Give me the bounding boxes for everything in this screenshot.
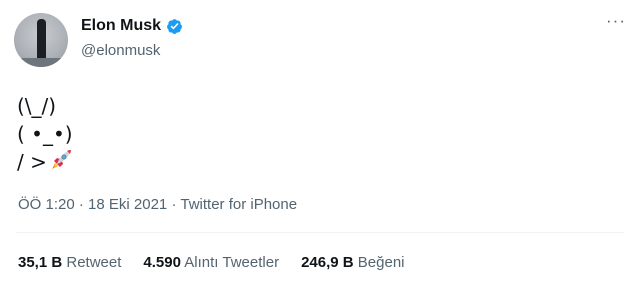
author-name[interactable]: Elon Musk — [81, 17, 161, 35]
tweet-source[interactable]: Twitter for iPhone — [180, 196, 297, 213]
avatar[interactable] — [14, 13, 68, 67]
tweet-line-3-text: / > — [17, 150, 47, 174]
more-options-icon[interactable]: ··· — [606, 12, 626, 29]
author-handle[interactable]: @elonmusk — [81, 42, 160, 59]
verified-badge-icon — [167, 18, 182, 34]
tweet-time[interactable]: ÖÖ 1:20 — [18, 196, 75, 213]
rocket-icon — [51, 150, 71, 169]
engagement-stats: 35,1 B Retweet 4.590 Alıntı Tweetler 246… — [18, 254, 405, 271]
meta-separator: · — [171, 196, 177, 213]
stat-label: Beğeni — [357, 254, 405, 271]
divider — [16, 232, 624, 233]
tweet-meta: ÖÖ 1:20 · 18 Eki 2021 · Twitter for iPho… — [18, 196, 297, 213]
stat-count: 246,9 B — [301, 254, 354, 271]
tweet-line-3: / > — [17, 148, 73, 176]
stat-label: Retweet — [66, 254, 122, 271]
stat-likes[interactable]: 246,9 B Beğeni — [301, 254, 404, 271]
author-name-row: Elon Musk — [81, 17, 183, 35]
stat-quote-tweets[interactable]: 4.590 Alıntı Tweetler — [143, 254, 279, 271]
meta-separator: · — [78, 196, 84, 213]
stat-count: 4.590 — [143, 254, 181, 271]
tweet-line-2: ( •_•) — [17, 122, 73, 146]
tweet-date[interactable]: 18 Eki 2021 — [88, 196, 167, 213]
stat-label: Alıntı Tweetler — [184, 254, 280, 271]
tweet-text: (\_/) ( •_•) / > — [17, 92, 73, 176]
avatar-ground — [14, 58, 68, 67]
tweet-line-1: (\_/) — [17, 94, 57, 118]
stat-count: 35,1 B — [18, 254, 63, 271]
avatar-silhouette — [37, 19, 46, 63]
stat-retweets[interactable]: 35,1 B Retweet — [18, 254, 121, 271]
